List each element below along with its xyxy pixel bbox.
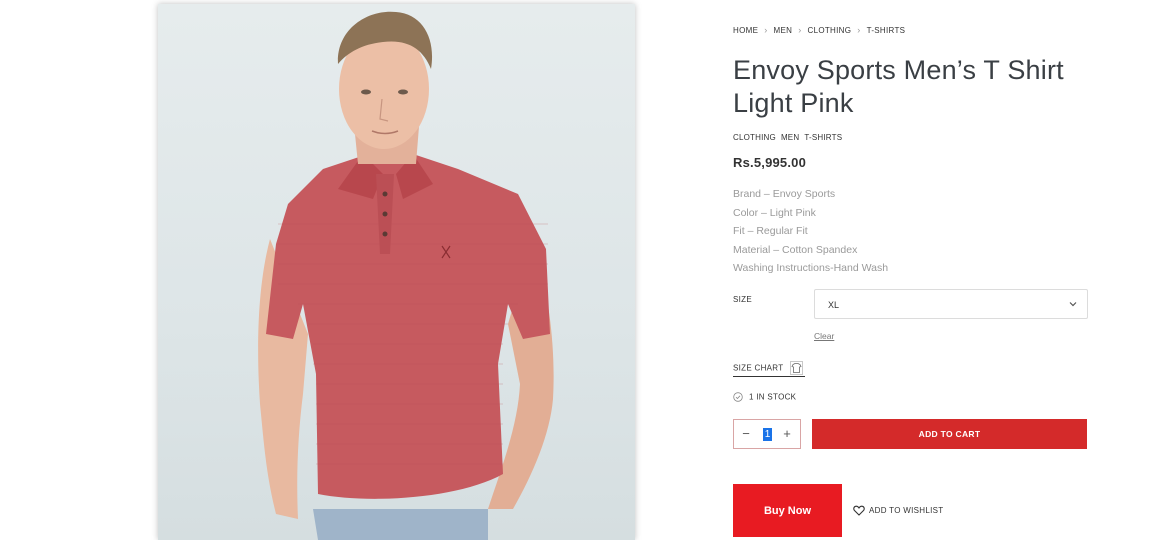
chevron-down-icon <box>1069 302 1077 307</box>
add-to-cart-button[interactable]: ADD TO CART <box>812 419 1087 449</box>
detail-material: Material – Cotton Spandex <box>733 243 858 256</box>
breadcrumb-tshirts[interactable]: T-SHIRTS <box>867 26 906 35</box>
product-categories: CLOTHING MEN T-SHIRTS <box>733 133 847 142</box>
clear-selection-link[interactable]: Clear <box>814 331 834 341</box>
category-link-tshirts[interactable]: T-SHIRTS <box>804 133 842 142</box>
detail-brand: Brand – Envoy Sports <box>733 188 836 200</box>
add-to-wishlist-link[interactable]: ADD TO WISHLIST <box>853 505 943 516</box>
check-circle-icon <box>733 392 743 402</box>
size-label: SIZE <box>733 295 752 304</box>
breadcrumb-separator: › <box>857 25 861 35</box>
product-image[interactable] <box>158 4 635 540</box>
quantity-increase-button[interactable]: + <box>780 426 794 441</box>
quantity-decrease-button[interactable]: − <box>739 426 753 441</box>
quantity-input[interactable]: 1 <box>763 428 772 441</box>
quantity-stepper: − 1 + <box>733 419 801 449</box>
stock-status: 1 IN STOCK <box>733 392 796 402</box>
product-price: Rs.5,995.00 <box>733 155 807 170</box>
size-select[interactable]: XL <box>814 289 1088 319</box>
buy-now-button[interactable]: Buy Now <box>733 484 842 537</box>
product-title: Envoy Sports Men’s T Shirt Light Pink <box>733 55 1064 118</box>
stock-text: 1 IN STOCK <box>749 392 797 402</box>
size-chart-label: SIZE CHART <box>733 363 784 373</box>
size-selected-value: XL <box>828 300 840 310</box>
size-chart-button[interactable]: SIZE CHART <box>733 359 805 377</box>
detail-washing: Washing Instructions-Hand Wash <box>733 262 889 274</box>
heart-icon <box>853 505 865 516</box>
product-details-list: Brand – Envoy Sports Color – Light Pink … <box>733 185 888 278</box>
wishlist-label: ADD TO WISHLIST <box>869 506 944 515</box>
product-photo <box>258 11 554 540</box>
detail-color: Color – Light Pink <box>733 206 816 219</box>
category-link-men[interactable]: MEN <box>781 133 799 142</box>
detail-fit: Fit – Regular Fit <box>733 225 808 237</box>
category-link-clothing[interactable]: CLOTHING <box>733 133 776 142</box>
breadcrumb: HOME › MEN › CLOTHING › T-SHIRTS <box>733 25 905 35</box>
breadcrumb-separator: › <box>764 25 768 35</box>
breadcrumb-separator: › <box>798 25 802 35</box>
breadcrumb-men[interactable]: MEN <box>774 26 793 35</box>
breadcrumb-home[interactable]: HOME <box>733 26 758 35</box>
tshirt-icon <box>789 360 803 375</box>
breadcrumb-clothing[interactable]: CLOTHING <box>808 26 852 35</box>
